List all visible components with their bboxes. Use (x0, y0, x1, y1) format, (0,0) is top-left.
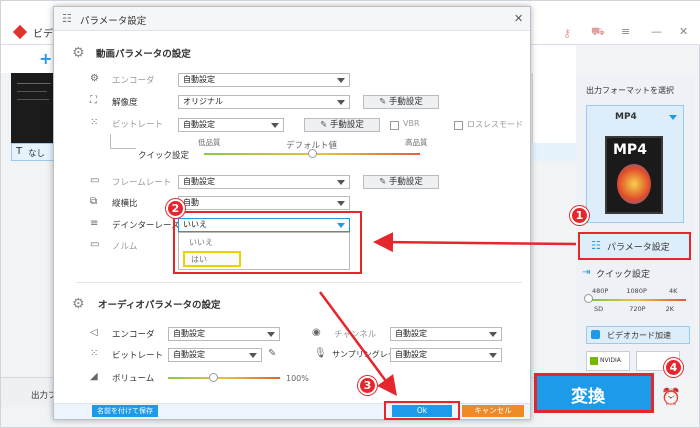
step-badge-1: 1 (570, 206, 589, 225)
step-badge-3: 3 (358, 376, 377, 395)
arrow-to-deinterlace (373, 232, 577, 253)
step-badge-2: 2 (166, 199, 185, 218)
annotation-arrows (318, 232, 577, 397)
step-badge-4: 4 (664, 358, 683, 377)
arrow-to-ok (318, 291, 397, 397)
